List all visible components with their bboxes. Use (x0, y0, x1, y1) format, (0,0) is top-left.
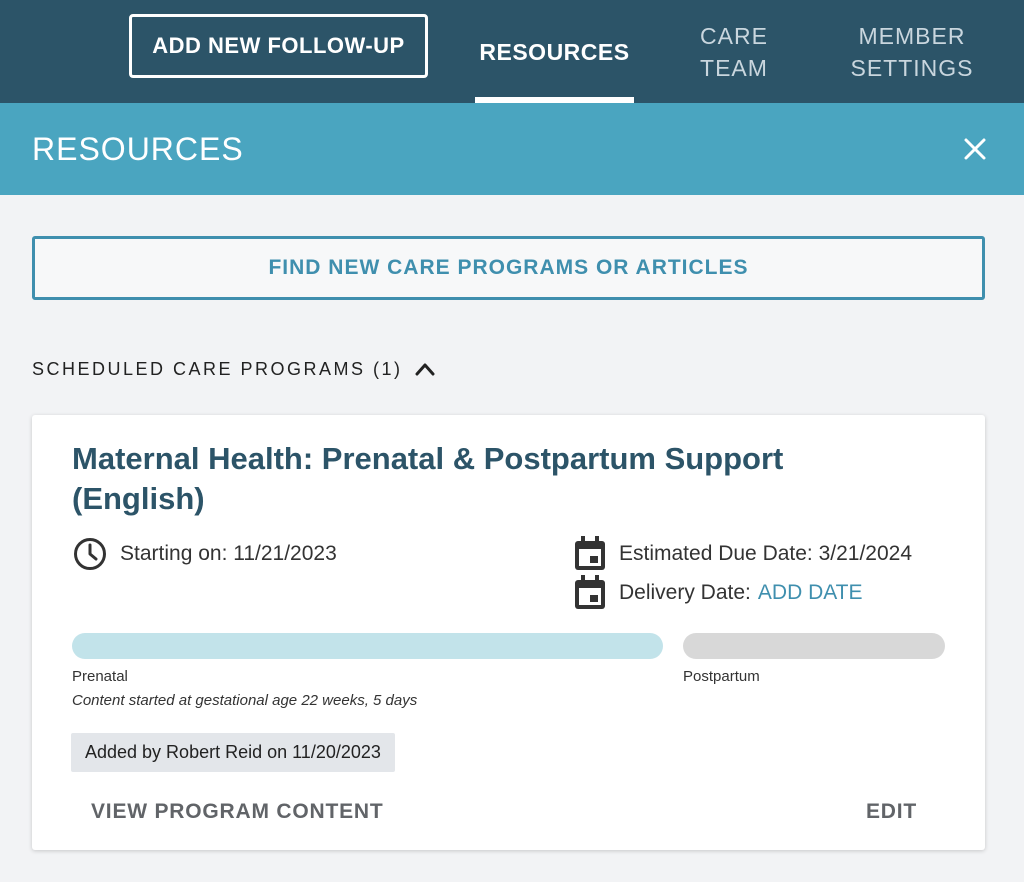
due-date-row: Estimated Due Date: 3/21/2024 (573, 536, 912, 572)
add-new-follow-up-button[interactable]: ADD NEW FOLLOW-UP (129, 14, 428, 78)
resources-panel-header: RESOURCES (0, 103, 1024, 195)
find-care-programs-button[interactable]: FIND NEW CARE PROGRAMS OR ARTICLES (32, 236, 985, 300)
scheduled-care-programs-toggle[interactable]: SCHEDULED CARE PROGRAMS (1) (32, 352, 435, 386)
start-date-row: Starting on: 11/21/2023 (72, 536, 337, 572)
due-date-text: Estimated Due Date: 3/21/2024 (619, 542, 913, 565)
delivery-date-label: Delivery Date: (619, 581, 751, 604)
postpartum-label: Postpartum (683, 668, 760, 685)
delivery-date-row: Delivery Date: ADD DATE (573, 575, 863, 611)
clock-icon (72, 536, 108, 572)
calendar-icon (573, 536, 607, 572)
prenatal-progress-bar (72, 633, 663, 659)
add-delivery-date-link[interactable]: ADD DATE (758, 581, 863, 605)
program-title: Maternal Health: Prenatal & Postpartum S… (72, 441, 784, 516)
tab-member-settings[interactable]: MEMBER SETTINGS (838, 0, 986, 103)
tab-care-team[interactable]: CARE TEAM (672, 0, 796, 103)
start-date-text: Starting on: 11/21/2023 (120, 542, 337, 565)
panel-title: RESOURCES (32, 130, 244, 167)
care-program-card: Maternal Health: Prenatal & Postpartum S… (32, 415, 985, 850)
tab-resources[interactable]: RESOURCES (475, 0, 634, 103)
top-navigation: ADD NEW FOLLOW-UP RESOURCES CARE TEAM ME… (0, 0, 1024, 103)
gestational-age-note: Content started at gestational age 22 we… (72, 692, 418, 709)
close-icon[interactable] (957, 131, 993, 167)
calendar-icon (573, 575, 607, 611)
added-by-badge: Added by Robert Reid on 11/20/2023 (71, 733, 395, 772)
view-program-content-button[interactable]: VIEW PROGRAM CONTENT (91, 800, 384, 824)
chevron-up-icon (415, 362, 435, 376)
prenatal-label: Prenatal (72, 668, 128, 685)
section-label: SCHEDULED CARE PROGRAMS (1) (32, 358, 403, 379)
postpartum-progress-bar (683, 633, 945, 659)
edit-button[interactable]: EDIT (866, 800, 917, 824)
